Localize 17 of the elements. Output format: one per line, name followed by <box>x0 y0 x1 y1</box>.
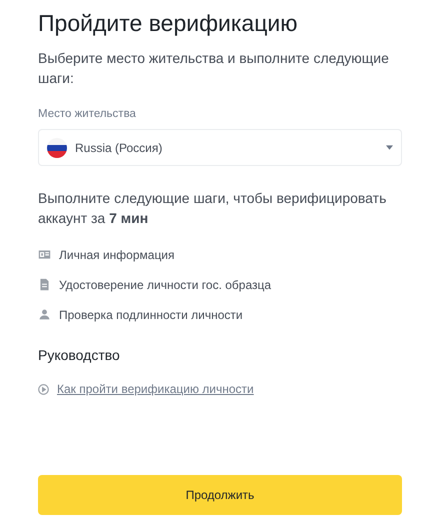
guide-link[interactable]: Как пройти верификацию личности <box>57 380 254 398</box>
steps-intro: Выполните следующие шаги, чтобы верифицировать аккаунт за 7 мин <box>38 189 388 228</box>
step-label: Удостоверение личности гос. образца <box>59 276 272 294</box>
person-icon <box>38 308 51 322</box>
id-card-icon <box>38 248 51 262</box>
residence-label: Место жительства <box>38 107 137 122</box>
play-icon <box>38 384 49 395</box>
flag-icon <box>47 138 67 158</box>
step-label: Проверка подлинности личности <box>59 306 243 324</box>
caret-icon <box>386 145 393 150</box>
country-select[interactable]: Russia (Россия) <box>38 129 402 166</box>
step-label: Личная информация <box>59 246 175 264</box>
page-title: Пройдите верификацию <box>38 9 298 38</box>
document-icon <box>38 278 51 292</box>
guide-title: Руководство <box>38 346 121 366</box>
continue-button[interactable]: Продолжить <box>38 475 402 515</box>
subtitle: Выберите место жительства и выполните следующие шаги: <box>38 49 390 88</box>
